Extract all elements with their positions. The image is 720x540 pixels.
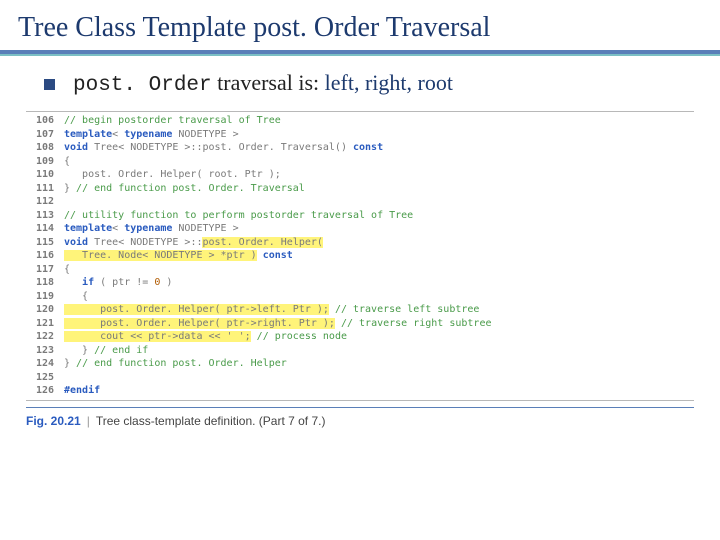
figure-label: Fig. 20.21 bbox=[26, 414, 81, 428]
line-number: 114 bbox=[26, 222, 64, 236]
code-line: 120 post. Order. Helper( ptr->left. Ptr … bbox=[26, 303, 694, 317]
code-listing: 106// begin postorder traversal of Tree1… bbox=[26, 111, 694, 401]
code-content: } // end if bbox=[64, 344, 694, 358]
code-line: 112 bbox=[26, 195, 694, 209]
code-line: 107template< typename NODETYPE > bbox=[26, 128, 694, 142]
line-number: 123 bbox=[26, 344, 64, 358]
code-content: { bbox=[64, 290, 694, 304]
code-content: if ( ptr != 0 ) bbox=[64, 276, 694, 290]
code-line: 106// begin postorder traversal of Tree bbox=[26, 114, 694, 128]
bullet-code: post. Order bbox=[73, 74, 212, 97]
square-bullet-icon bbox=[44, 79, 55, 90]
code-line: 118 if ( ptr != 0 ) bbox=[26, 276, 694, 290]
bullet-text: post. Order traversal is: left, right, r… bbox=[73, 70, 453, 97]
code-content: template< typename NODETYPE > bbox=[64, 128, 694, 142]
bullet-accent: left, right, root bbox=[325, 70, 453, 95]
line-number: 126 bbox=[26, 384, 64, 398]
code-line: 126#endif bbox=[26, 384, 694, 398]
code-content bbox=[64, 195, 694, 209]
line-number: 113 bbox=[26, 209, 64, 223]
code-content: { bbox=[64, 155, 694, 169]
code-line: 115void Tree< NODETYPE >::post. Order. H… bbox=[26, 236, 694, 250]
line-number: 120 bbox=[26, 303, 64, 317]
bullet-item: post. Order traversal is: left, right, r… bbox=[44, 70, 702, 97]
code-line: 119 { bbox=[26, 290, 694, 304]
code-line: 117{ bbox=[26, 263, 694, 277]
code-content: } // end function post. Order. Helper bbox=[64, 357, 694, 371]
code-content: post. Order. Helper( ptr->right. Ptr ); … bbox=[64, 317, 694, 331]
code-content: post. Order. Helper( root. Ptr ); bbox=[64, 168, 694, 182]
line-number: 124 bbox=[26, 357, 64, 371]
code-line: 124} // end function post. Order. Helper bbox=[26, 357, 694, 371]
line-number: 107 bbox=[26, 128, 64, 142]
code-line: 122 cout << ptr->data << ' '; // process… bbox=[26, 330, 694, 344]
line-number: 125 bbox=[26, 371, 64, 385]
code-content bbox=[64, 371, 694, 385]
code-content: } // end function post. Order. Traversal bbox=[64, 182, 694, 196]
code-line: 114template< typename NODETYPE > bbox=[26, 222, 694, 236]
code-line: 121 post. Order. Helper( ptr->right. Ptr… bbox=[26, 317, 694, 331]
code-line: 123 } // end if bbox=[26, 344, 694, 358]
code-content: void Tree< NODETYPE >::post. Order. Help… bbox=[64, 236, 694, 250]
line-number: 116 bbox=[26, 249, 64, 263]
code-content: template< typename NODETYPE > bbox=[64, 222, 694, 236]
slide-title: Tree Class Template post. Order Traversa… bbox=[18, 12, 702, 44]
line-number: 110 bbox=[26, 168, 64, 182]
line-number: 115 bbox=[26, 236, 64, 250]
code-line: 116 Tree. Node< NODETYPE > *ptr ) const bbox=[26, 249, 694, 263]
caption-rule bbox=[26, 407, 694, 408]
code-line: 111} // end function post. Order. Traver… bbox=[26, 182, 694, 196]
code-line: 109{ bbox=[26, 155, 694, 169]
title-underline bbox=[0, 50, 720, 56]
code-content: void Tree< NODETYPE >::post. Order. Trav… bbox=[64, 141, 694, 155]
line-number: 121 bbox=[26, 317, 64, 331]
line-number: 122 bbox=[26, 330, 64, 344]
code-line: 113// utility function to perform postor… bbox=[26, 209, 694, 223]
line-number: 119 bbox=[26, 290, 64, 304]
code-content: // begin postorder traversal of Tree bbox=[64, 114, 694, 128]
line-number: 106 bbox=[26, 114, 64, 128]
line-number: 109 bbox=[26, 155, 64, 169]
code-content: // utility function to perform postorder… bbox=[64, 209, 694, 223]
code-content: Tree. Node< NODETYPE > *ptr ) const bbox=[64, 249, 694, 263]
line-number: 112 bbox=[26, 195, 64, 209]
line-number: 117 bbox=[26, 263, 64, 277]
code-content: post. Order. Helper( ptr->left. Ptr ); /… bbox=[64, 303, 694, 317]
code-line: 108void Tree< NODETYPE >::post. Order. T… bbox=[26, 141, 694, 155]
code-content: cout << ptr->data << ' '; // process nod… bbox=[64, 330, 694, 344]
figure-caption: Fig. 20.21|Tree class-template definitio… bbox=[26, 414, 694, 428]
code-line: 125 bbox=[26, 371, 694, 385]
caption-text: Tree class-template definition. (Part 7 … bbox=[96, 414, 326, 428]
line-number: 111 bbox=[26, 182, 64, 196]
bullet-rest: traversal is: bbox=[212, 70, 325, 95]
code-content: { bbox=[64, 263, 694, 277]
line-number: 108 bbox=[26, 141, 64, 155]
code-content: #endif bbox=[64, 384, 694, 398]
code-line: 110 post. Order. Helper( root. Ptr ); bbox=[26, 168, 694, 182]
line-number: 118 bbox=[26, 276, 64, 290]
caption-separator: | bbox=[81, 414, 96, 428]
